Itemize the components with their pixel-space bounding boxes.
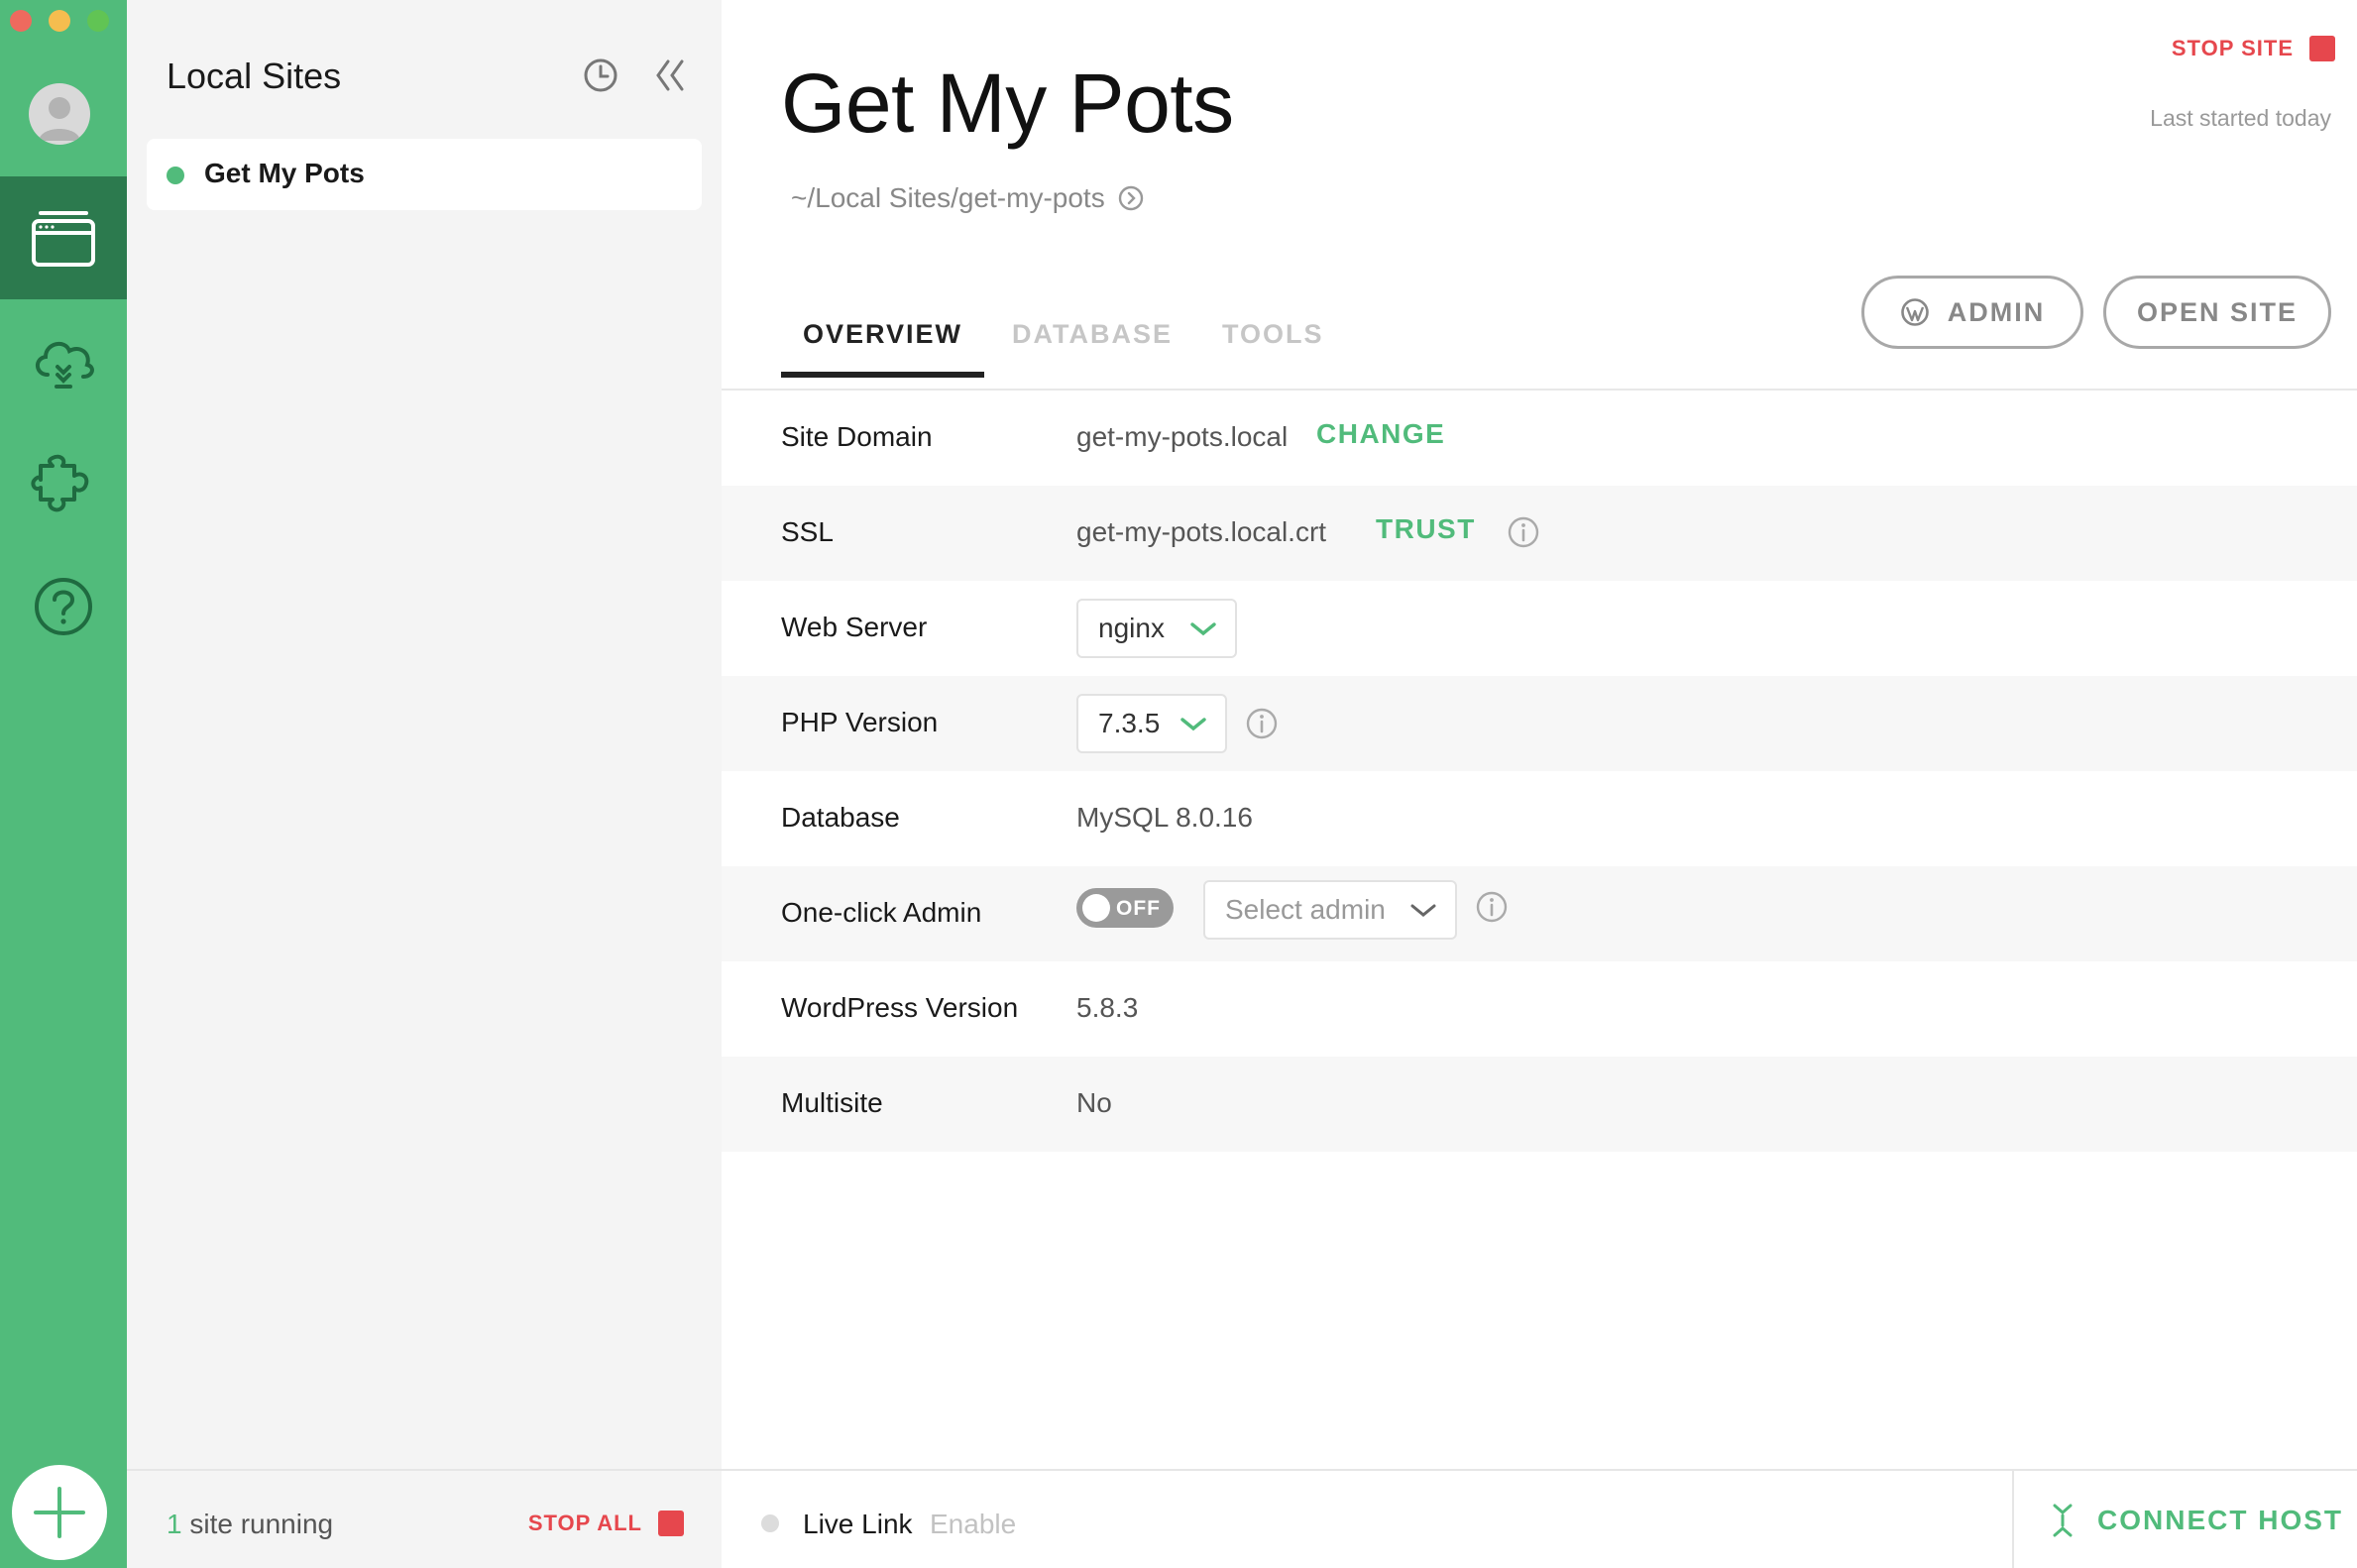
sites-sidebar: Local Sites Get My Pots 1 site running S… bbox=[127, 0, 722, 1568]
info-icon[interactable] bbox=[1245, 707, 1279, 740]
multisite-row: Multisite No bbox=[722, 1057, 2357, 1152]
web-server-label: Web Server bbox=[781, 612, 928, 642]
sidebar-title: Local Sites bbox=[167, 56, 342, 96]
wordpress-version-row: WordPress Version 5.8.3 bbox=[722, 961, 2357, 1057]
live-link-enable-button[interactable]: Enable bbox=[930, 1509, 1016, 1540]
php-version-row: PHP Version 7.3.5 bbox=[722, 676, 2357, 771]
site-running-status-dot bbox=[167, 167, 184, 184]
database-value: MySQL 8.0.16 bbox=[1076, 802, 1253, 833]
php-version-label: PHP Version bbox=[781, 707, 939, 737]
wordpress-version-label: WordPress Version bbox=[781, 992, 1019, 1023]
change-domain-link[interactable]: CHANGE bbox=[1316, 418, 1445, 450]
wordpress-version-value: 5.8.3 bbox=[1076, 992, 1139, 1023]
history-button[interactable] bbox=[583, 57, 618, 98]
admin-button[interactable]: ADMIN bbox=[1861, 276, 2083, 349]
open-site-button-label: OPEN SITE bbox=[2136, 296, 2299, 327]
stop-all-button[interactable]: STOP ALL bbox=[528, 1511, 684, 1536]
site-path-text: ~/Local Sites/get-my-pots bbox=[791, 182, 1105, 213]
web-server-select[interactable]: nginx bbox=[1076, 599, 1237, 658]
database-row: Database MySQL 8.0.16 bbox=[722, 771, 2357, 866]
web-server-row: Web Server nginx bbox=[722, 581, 2357, 676]
info-icon[interactable] bbox=[1507, 515, 1540, 549]
select-admin-dropdown[interactable]: Select admin bbox=[1203, 880, 1457, 940]
site-domain-value: get-my-pots.local bbox=[1076, 421, 1289, 452]
site-tabs: OVERVIEW DATABASE TOOLS bbox=[781, 315, 1352, 378]
chevron-down-icon bbox=[1190, 622, 1216, 636]
tab-tools[interactable]: TOOLS bbox=[1200, 315, 1346, 378]
ssl-row: SSL get-my-pots.local.crt TRUST bbox=[722, 486, 2357, 581]
last-started-text: Last started today bbox=[2150, 105, 2331, 131]
window-close-button[interactable] bbox=[10, 10, 32, 32]
sites-running-status: 1 site running bbox=[167, 1509, 333, 1540]
chevron-down-icon bbox=[1180, 718, 1206, 731]
toggle-state-label: OFF bbox=[1116, 897, 1161, 920]
sites-icon bbox=[32, 211, 95, 267]
site-overview-panel: Get My Pots ~/Local Sites/get-my-pots ST… bbox=[722, 0, 2357, 1568]
user-silhouette-icon bbox=[39, 97, 80, 141]
sites-running-count: 1 bbox=[167, 1509, 182, 1539]
one-click-admin-label: One-click Admin bbox=[781, 897, 982, 928]
rail-addons-button[interactable] bbox=[0, 422, 127, 545]
multisite-label: Multisite bbox=[781, 1087, 883, 1118]
connect-host-label: CONNECT HOST bbox=[2097, 1505, 2343, 1535]
connect-host-icon bbox=[2053, 1504, 2073, 1537]
avatar[interactable] bbox=[29, 83, 90, 145]
select-admin-placeholder: Select admin bbox=[1225, 894, 1386, 925]
rail-cloud-button[interactable] bbox=[0, 299, 127, 422]
open-site-button[interactable]: OPEN SITE bbox=[2103, 276, 2331, 349]
cloud-icon bbox=[36, 341, 94, 389]
addons-icon bbox=[31, 454, 89, 512]
collapse-sidebar-button[interactable] bbox=[654, 57, 686, 98]
add-site-button[interactable] bbox=[12, 1465, 107, 1560]
stop-square-icon bbox=[2309, 36, 2335, 61]
info-icon[interactable] bbox=[1475, 890, 1509, 924]
stop-square-icon bbox=[658, 1511, 684, 1536]
main-footer: Live Link Enable CONNECT HOST bbox=[722, 1469, 2357, 1568]
live-link-status-dot bbox=[761, 1514, 779, 1532]
connect-host-button[interactable]: CONNECT HOST bbox=[2012, 1471, 2357, 1568]
icon-rail bbox=[0, 0, 127, 1568]
trust-ssl-link[interactable]: TRUST bbox=[1376, 513, 1476, 545]
web-server-select-value: nginx bbox=[1098, 613, 1165, 643]
toggle-knob bbox=[1082, 894, 1110, 922]
site-domain-row: Site Domain get-my-pots.local CHANGE bbox=[722, 391, 2357, 486]
live-link-label: Live Link bbox=[803, 1509, 913, 1539]
stop-site-label: STOP SITE bbox=[2171, 36, 2294, 60]
site-path-link[interactable]: ~/Local Sites/get-my-pots bbox=[791, 182, 1145, 214]
one-click-admin-toggle[interactable]: OFF bbox=[1076, 888, 1174, 928]
ssl-label: SSL bbox=[781, 516, 834, 547]
sidebar-footer: 1 site running STOP ALL bbox=[127, 1469, 722, 1568]
database-label: Database bbox=[781, 802, 900, 833]
site-domain-label: Site Domain bbox=[781, 421, 933, 452]
clock-icon bbox=[584, 58, 617, 92]
rail-sites-button[interactable] bbox=[0, 176, 127, 299]
stop-site-button[interactable]: STOP SITE bbox=[2172, 36, 2335, 61]
rail-help-button[interactable] bbox=[0, 545, 127, 668]
multisite-value: No bbox=[1076, 1087, 1112, 1118]
php-version-select-value: 7.3.5 bbox=[1098, 708, 1161, 738]
stop-all-label: STOP ALL bbox=[527, 1511, 642, 1535]
page-title: Get My Pots bbox=[781, 56, 1234, 150]
reveal-folder-icon bbox=[1118, 185, 1143, 211]
sites-running-text: site running bbox=[189, 1509, 334, 1539]
chevron-down-icon bbox=[1410, 904, 1436, 917]
window-minimize-button[interactable] bbox=[49, 10, 70, 32]
site-list-item-name: Get My Pots bbox=[204, 158, 365, 188]
tab-database[interactable]: DATABASE bbox=[990, 315, 1194, 378]
php-version-select[interactable]: 7.3.5 bbox=[1076, 694, 1227, 753]
ssl-value: get-my-pots.local.crt bbox=[1076, 516, 1327, 547]
site-list-item[interactable]: Get My Pots bbox=[147, 139, 702, 210]
admin-button-label: ADMIN bbox=[1947, 296, 2046, 327]
help-icon bbox=[35, 578, 92, 635]
window-zoom-button[interactable] bbox=[87, 10, 109, 32]
tab-overview[interactable]: OVERVIEW bbox=[781, 315, 985, 378]
double-chevron-left-icon bbox=[656, 59, 684, 91]
plus-icon bbox=[34, 1487, 85, 1538]
one-click-admin-row: One-click Admin OFF Select admin bbox=[722, 866, 2357, 961]
wordpress-icon bbox=[1900, 298, 1929, 326]
